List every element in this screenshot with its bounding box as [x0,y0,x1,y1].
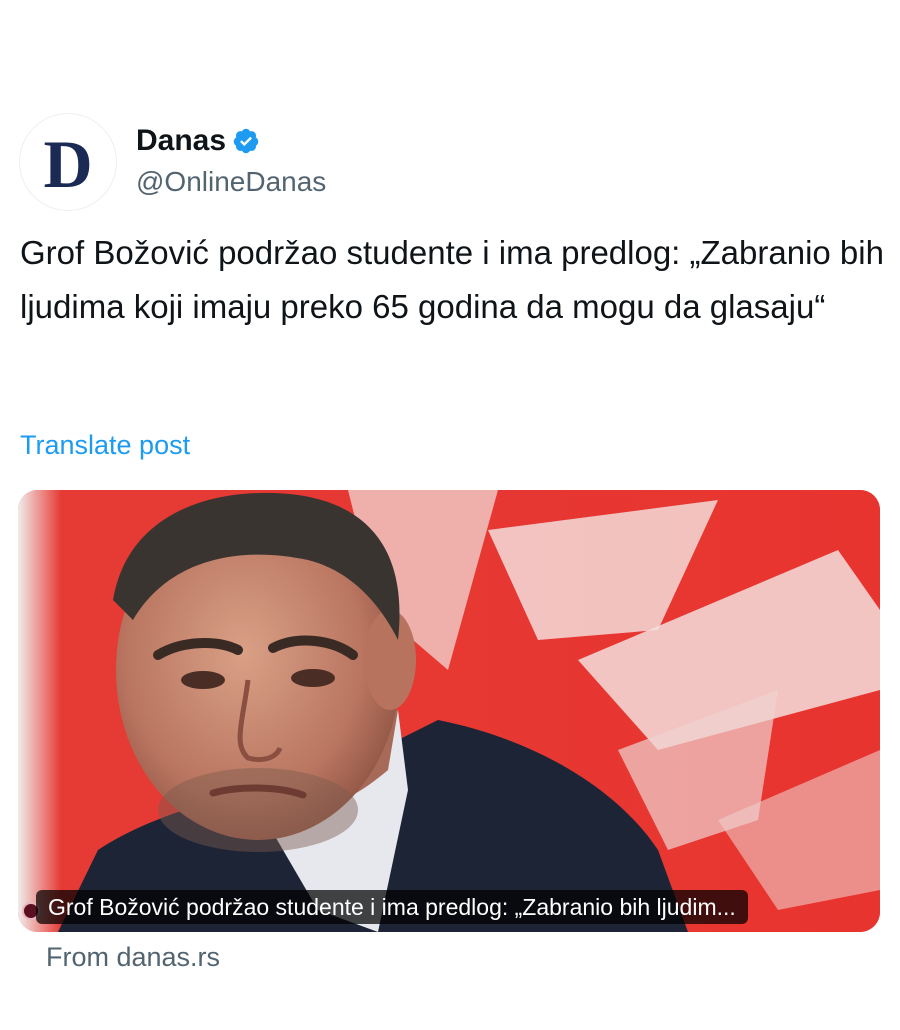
avatar[interactable]: D [20,114,116,210]
verified-badge-icon[interactable] [232,127,260,155]
card-caption: Grof Božović podržao studente i ima pred… [36,890,748,924]
author-display-name[interactable]: Danas [136,124,226,158]
card-photo [18,490,880,932]
author-name-row: Danas [136,122,260,160]
avatar-logo-letter: D [43,126,93,202]
card-source-link[interactable]: From danas.rs [46,942,220,973]
link-card[interactable]: Grof Božović podržao studente i ima pred… [18,490,880,932]
post-text: Grof Božović podržao studente i ima pred… [20,234,884,325]
author-handle[interactable]: @OnlineDanas [136,166,326,198]
translate-post-link[interactable]: Translate post [20,430,190,461]
post: D Danas @OnlineDanas Grof Božović podrža… [0,0,900,1030]
